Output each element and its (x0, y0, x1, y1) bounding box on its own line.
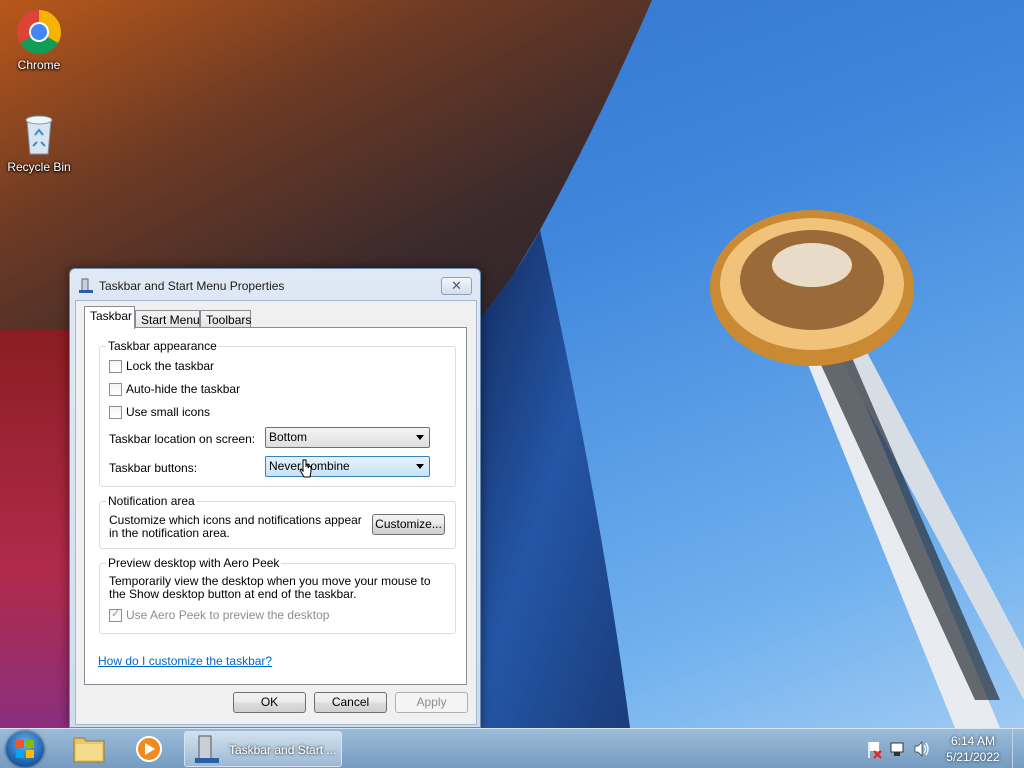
network-icon[interactable] (890, 742, 904, 756)
apply-button: Apply (395, 692, 468, 713)
dialog-client-area: Taskbar Start Menu Toolbars Taskbar appe… (75, 300, 477, 725)
desktop-icon-label: Chrome (17, 58, 61, 72)
notification-tray (864, 729, 934, 768)
action-center-flag-icon[interactable] (868, 742, 882, 759)
desktop-icon-label: Recycle Bin (7, 160, 71, 174)
taskbar-appearance-group: Taskbar appearance Lock the taskbar Auto… (99, 339, 456, 487)
checkbox-label: Use Aero Peek to preview the desktop (126, 608, 330, 622)
taskbar-buttons-label: Taskbar buttons: (109, 461, 198, 475)
desktop-icon-recycle-bin[interactable]: Recycle Bin (1, 110, 77, 174)
taskbar-buttons-dropdown[interactable]: Never combine (265, 456, 430, 477)
group-title: Preview desktop with Aero Peek (106, 556, 282, 570)
aero-peek-option: Use Aero Peek to preview the desktop (109, 607, 330, 622)
checkbox-label: Use small icons (126, 405, 211, 419)
taskbar: Taskbar and Start ... 6:14 AM 5/21/2022 (0, 728, 1024, 768)
dropdown-value: Bottom (269, 430, 308, 444)
auto-hide-checkbox[interactable] (109, 382, 122, 396)
lock-taskbar-checkbox[interactable] (109, 359, 122, 373)
tab-start-menu[interactable]: Start Menu (135, 310, 200, 328)
help-link[interactable]: How do I customize the taskbar? (98, 654, 272, 668)
taskbar-properties-icon (195, 735, 219, 763)
small-icons-option[interactable]: Use small icons (109, 405, 210, 419)
desktop-icon-chrome[interactable]: Chrome (1, 8, 77, 72)
mouse-cursor-icon (299, 459, 313, 479)
volume-icon[interactable] (914, 741, 929, 757)
chrome-icon (15, 8, 63, 56)
notification-description: Customize which icons and notifications … (109, 513, 362, 540)
dropdown-arrow-icon (416, 464, 424, 469)
tab-taskbar[interactable]: Taskbar (84, 306, 135, 329)
close-button[interactable]: ✕ (441, 277, 472, 295)
cancel-button[interactable]: Cancel (314, 692, 387, 713)
checkbox-label: Auto-hide the taskbar (126, 382, 241, 396)
group-title: Notification area (106, 494, 197, 508)
windows-logo-icon (16, 740, 34, 758)
auto-hide-option[interactable]: Auto-hide the taskbar (109, 382, 240, 396)
group-title: Taskbar appearance (106, 339, 219, 353)
taskbar-location-label: Taskbar location on screen: (109, 432, 256, 446)
taskbar-location-dropdown[interactable]: Bottom (265, 427, 430, 448)
dropdown-arrow-icon (416, 435, 424, 440)
taskbar-explorer-button[interactable] (62, 732, 116, 766)
ok-button[interactable]: OK (233, 692, 306, 713)
dialog-titlebar[interactable]: Taskbar and Start Menu Properties ✕ (70, 269, 480, 301)
aero-peek-description: Temporarily view the desktop when you mo… (109, 574, 431, 601)
lock-taskbar-option[interactable]: Lock the taskbar (109, 359, 214, 373)
recycle-bin-icon (15, 110, 63, 158)
dialog-title: Taskbar and Start Menu Properties (99, 279, 285, 293)
taskbar-clock[interactable]: 6:14 AM 5/21/2022 (938, 733, 1008, 765)
checkbox-label: Lock the taskbar (126, 359, 215, 373)
show-desktop-button[interactable] (1012, 729, 1024, 768)
taskbar-media-player-button[interactable] (122, 732, 176, 766)
task-label: Taskbar and Start ... (229, 743, 337, 757)
clock-date: 5/21/2022 (946, 750, 1000, 764)
aero-peek-group: Preview desktop with Aero Peek Temporari… (99, 556, 456, 634)
folder-icon (73, 737, 105, 763)
start-button[interactable] (6, 731, 44, 767)
aero-peek-checkbox (109, 607, 122, 622)
taskbar-properties-icon (78, 278, 94, 294)
clock-time: 6:14 AM (950, 734, 996, 748)
tab-toolbars[interactable]: Toolbars (200, 310, 251, 328)
customize-button[interactable]: Customize... (372, 514, 445, 535)
small-icons-checkbox[interactable] (109, 405, 122, 419)
taskbar-tab-panel: Taskbar appearance Lock the taskbar Auto… (84, 327, 467, 685)
media-player-icon (136, 736, 162, 762)
taskbar-task-properties[interactable]: Taskbar and Start ... (184, 731, 342, 767)
notification-area-group: Notification area Customize which icons … (99, 494, 456, 549)
taskbar-properties-dialog: Taskbar and Start Menu Properties ✕ Task… (69, 268, 481, 728)
